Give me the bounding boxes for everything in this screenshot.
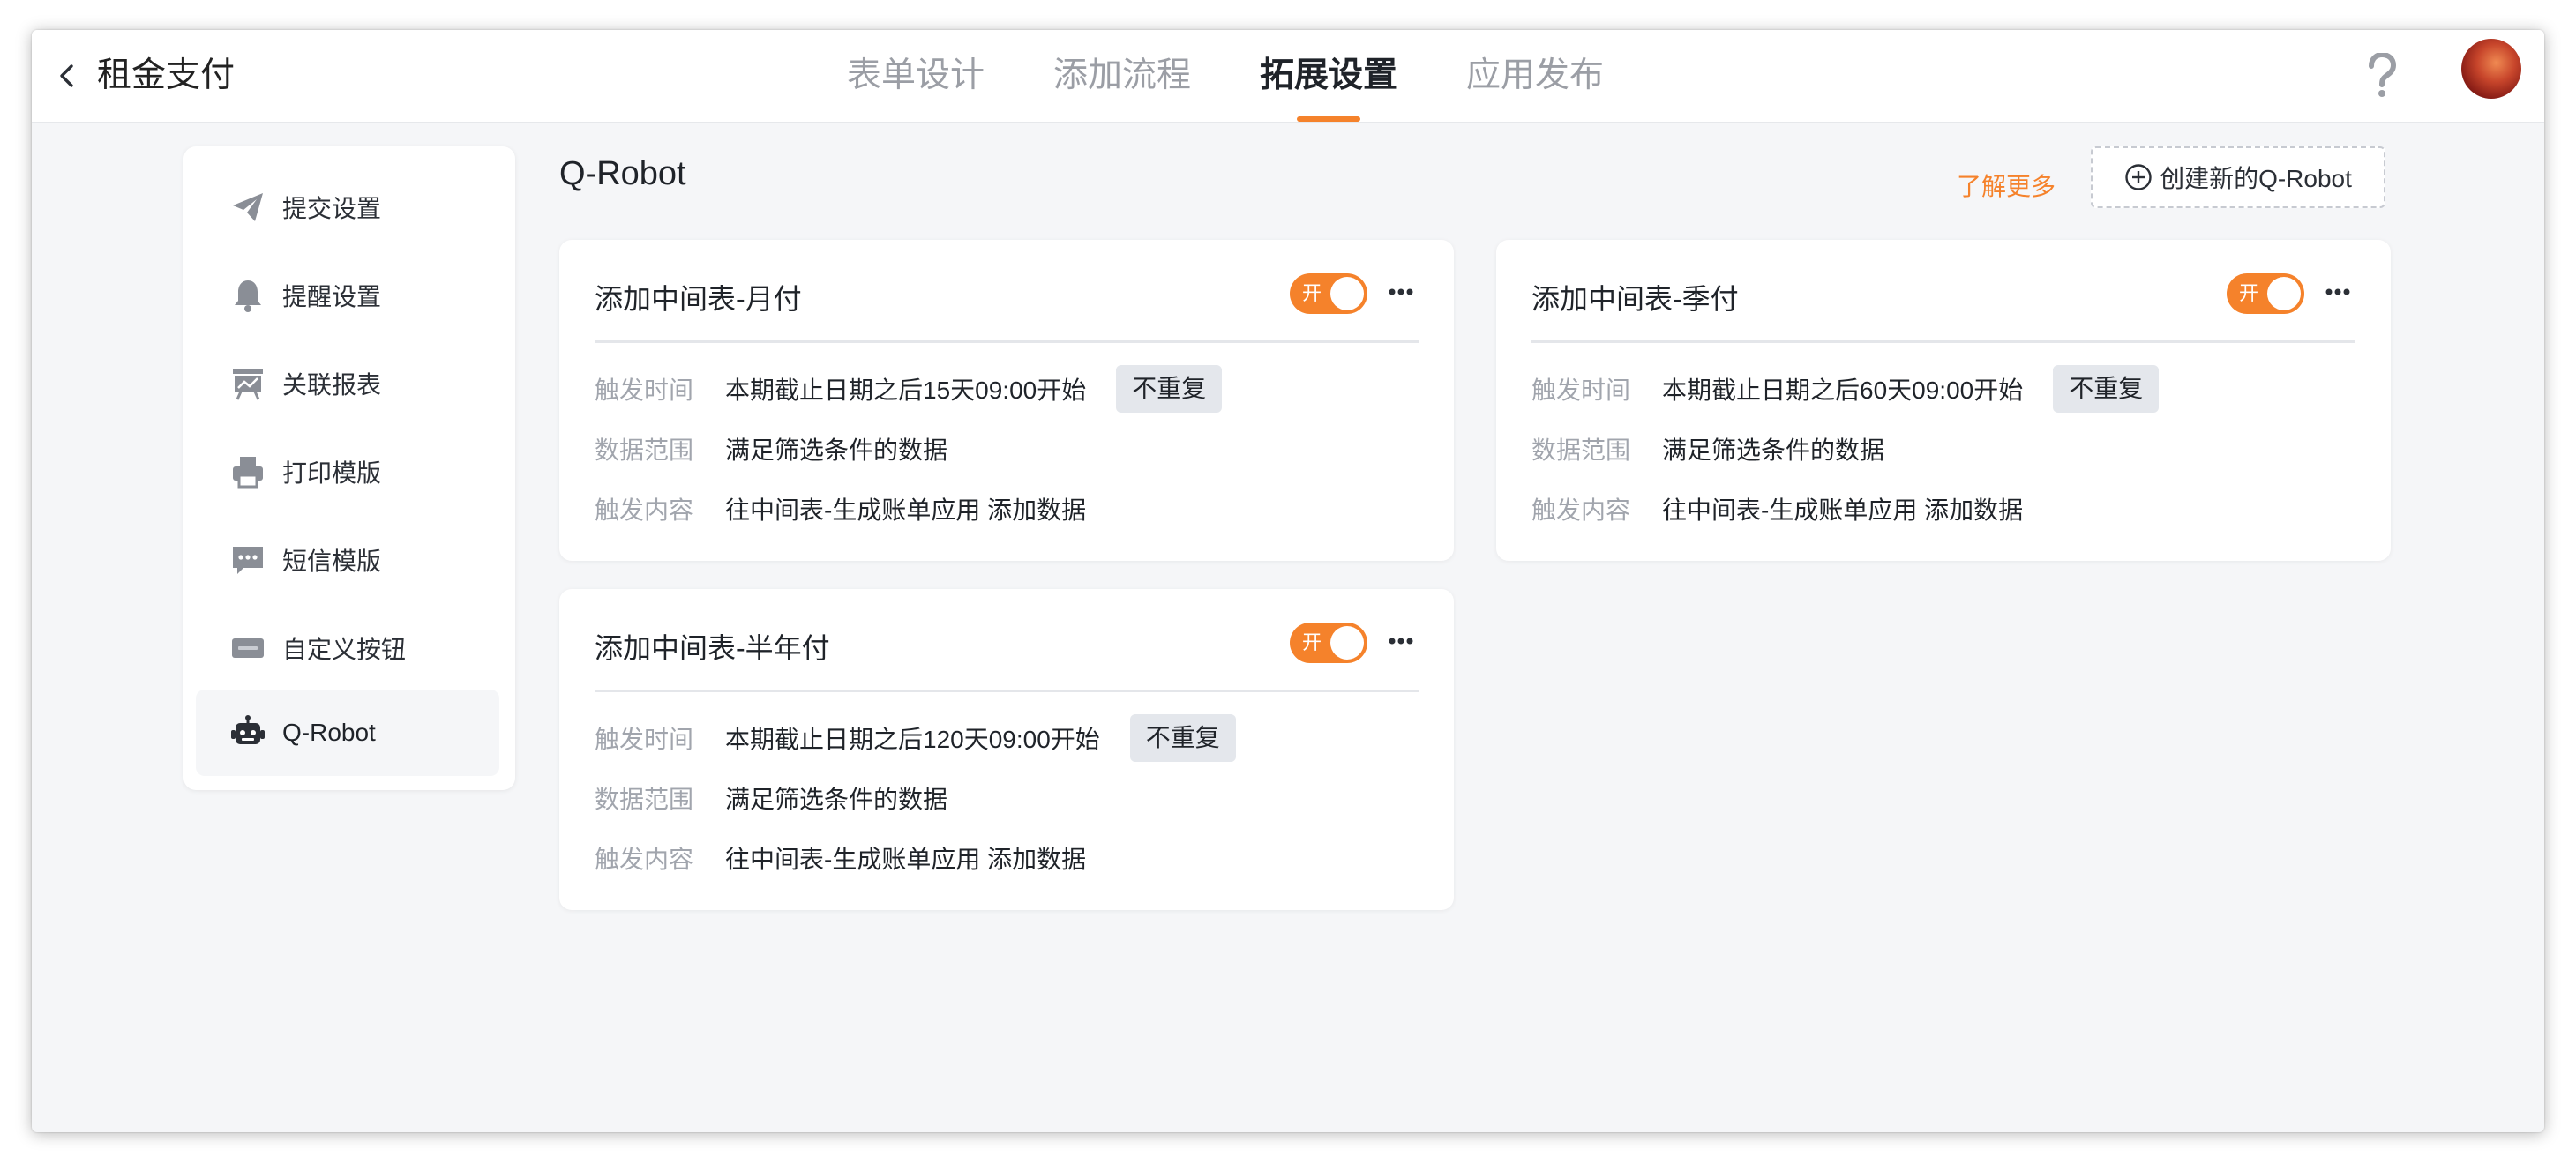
- bell-icon: [229, 277, 266, 314]
- field-label: 数据范围: [595, 436, 694, 464]
- field-label: 数据范围: [1531, 436, 1631, 464]
- sidebar-item-label: 提交设置: [282, 195, 382, 222]
- help-button[interactable]: [2357, 41, 2407, 111]
- data-range-row: 数据范围 满足筛选条件的数据: [595, 774, 947, 822]
- robot-enable-switch[interactable]: 开: [1290, 273, 1367, 314]
- settings-sidebar: 提交设置 提醒设置 关联报表 打印模版 短信模版 自定义按钮 Q-Robot: [183, 146, 515, 790]
- app-title: 租金支付: [97, 56, 236, 94]
- btn-icon: [229, 630, 266, 667]
- card-divider: [1531, 340, 2355, 343]
- field-label: 触发内容: [1531, 496, 1631, 524]
- sidebar-item-label: 打印模版: [282, 459, 382, 487]
- sidebar-item-sms-templates[interactable]: 短信模版: [196, 517, 499, 603]
- learn-more-link[interactable]: 了解更多: [1957, 168, 2056, 203]
- field-label: 触发时间: [595, 377, 694, 404]
- more-dots-icon: [1389, 288, 1413, 295]
- more-options-button[interactable]: [1383, 279, 1419, 305]
- app-window: 租金支付 表单设计 添加流程 拓展设置 应用发布 提交设置 提醒设置 关联报表 …: [32, 30, 2544, 1132]
- robot-icon: [229, 714, 266, 751]
- message-icon: [229, 541, 266, 578]
- more-options-button[interactable]: [2320, 279, 2355, 305]
- field-label: 触发时间: [1531, 377, 1631, 404]
- sidebar-item-linked-reports[interactable]: 关联报表: [196, 340, 499, 427]
- robot-enable-switch[interactable]: 开: [2227, 273, 2304, 314]
- tab-app-publish[interactable]: 应用发布: [1466, 30, 1604, 122]
- trigger-time-value: 本期截止日期之后60天09:00开始: [1662, 377, 2024, 404]
- trigger-content-value: 往中间表-生成账单应用 添加数据: [1662, 496, 2024, 524]
- switch-knob: [1330, 626, 1364, 660]
- sidebar-item-custom-buttons[interactable]: 自定义按钮: [196, 605, 499, 691]
- trigger-content-value: 往中间表-生成账单应用 添加数据: [725, 846, 1087, 873]
- printer-icon: [229, 453, 266, 490]
- sidebar-item-reminder-settings[interactable]: 提醒设置: [196, 252, 499, 339]
- field-label: 触发内容: [595, 846, 694, 873]
- tab-extension-settings[interactable]: 拓展设置: [1260, 30, 1397, 122]
- trigger-content-row: 触发内容 往中间表-生成账单应用 添加数据: [595, 834, 1086, 882]
- data-range-value: 满足筛选条件的数据: [1662, 436, 1885, 464]
- sidebar-item-label: 提醒设置: [282, 283, 382, 310]
- sidebar-item-submit-settings[interactable]: 提交设置: [196, 164, 499, 250]
- page-title: Q-Robot: [559, 155, 686, 192]
- robot-name: 添加中间表-月付: [595, 283, 802, 315]
- sidebar-item-q-robot[interactable]: Q-Robot: [196, 690, 499, 776]
- back-button[interactable]: [49, 56, 85, 95]
- data-range-row: 数据范围 满足筛选条件的数据: [1531, 425, 1884, 473]
- trigger-time-row: 触发时间 本期截止日期之后120天09:00开始 不重复: [595, 714, 1236, 762]
- create-q-robot-button[interactable]: 创建新的Q-Robot: [2091, 146, 2385, 208]
- data-range-value: 满足筛选条件的数据: [725, 436, 948, 464]
- sidebar-item-label: 自定义按钮: [282, 636, 407, 663]
- robot-card: 添加中间表-半年付 开 触发时间 本期截止日期之后120天09:00开始 不重复…: [559, 589, 1454, 910]
- question-mark-icon: [2369, 53, 2397, 97]
- field-label: 数据范围: [595, 786, 694, 813]
- sidebar-item-label: 关联报表: [282, 371, 382, 399]
- switch-label: 开: [1302, 282, 1322, 304]
- switch-label: 开: [1302, 631, 1322, 653]
- switch-knob: [1330, 277, 1364, 310]
- robot-name: 添加中间表-半年付: [595, 632, 830, 664]
- switch-label: 开: [2239, 282, 2259, 304]
- chart-board-icon: [229, 365, 266, 402]
- paper-plane-icon: [229, 189, 266, 226]
- trigger-time-value: 本期截止日期之后120天09:00开始: [725, 726, 1100, 753]
- trigger-time-value: 本期截止日期之后15天09:00开始: [725, 377, 1087, 404]
- trigger-time-row: 触发时间 本期截止日期之后60天09:00开始 不重复: [1531, 365, 2160, 413]
- user-avatar[interactable]: [2461, 39, 2521, 99]
- data-range-row: 数据范围 满足筛选条件的数据: [595, 425, 947, 473]
- more-options-button[interactable]: [1383, 628, 1419, 654]
- sidebar-item-label: Q-Robot: [282, 719, 376, 746]
- create-button-label: 创建新的Q-Robot: [2160, 165, 2352, 192]
- tab-form-design[interactable]: 表单设计: [847, 30, 985, 122]
- field-label: 触发内容: [595, 496, 694, 524]
- robot-name: 添加中间表-季付: [1531, 283, 1739, 315]
- data-range-value: 满足筛选条件的数据: [725, 786, 948, 813]
- chevron-left-icon: [60, 64, 73, 87]
- repeat-tag: 不重复: [2053, 365, 2160, 413]
- robot-enable-switch[interactable]: 开: [1290, 623, 1367, 663]
- robot-card: 添加中间表-月付 开 触发时间 本期截止日期之后15天09:00开始 不重复 数…: [559, 240, 1454, 561]
- plus-circle-icon: [2124, 163, 2153, 191]
- repeat-tag: 不重复: [1116, 365, 1223, 413]
- card-divider: [595, 340, 1419, 343]
- field-label: 触发时间: [595, 726, 694, 753]
- more-dots-icon: [2325, 288, 2350, 295]
- more-dots-icon: [1389, 638, 1413, 645]
- tab-bar: 表单设计 添加流程 拓展设置 应用发布: [847, 30, 1673, 122]
- trigger-content-row: 触发内容 往中间表-生成账单应用 添加数据: [1531, 485, 2023, 533]
- trigger-time-row: 触发时间 本期截止日期之后15天09:00开始 不重复: [595, 365, 1223, 413]
- switch-knob: [2267, 277, 2301, 310]
- repeat-tag: 不重复: [1129, 714, 1236, 762]
- top-bar: 租金支付 表单设计 添加流程 拓展设置 应用发布: [32, 30, 2544, 123]
- trigger-content-value: 往中间表-生成账单应用 添加数据: [725, 496, 1087, 524]
- sidebar-item-label: 短信模版: [282, 548, 382, 575]
- trigger-content-row: 触发内容 往中间表-生成账单应用 添加数据: [595, 485, 1086, 533]
- tab-add-process[interactable]: 添加流程: [1053, 30, 1191, 122]
- sidebar-item-print-templates[interactable]: 打印模版: [196, 429, 499, 515]
- robot-card: 添加中间表-季付 开 触发时间 本期截止日期之后60天09:00开始 不重复 数…: [1496, 240, 2391, 561]
- card-divider: [595, 690, 1419, 692]
